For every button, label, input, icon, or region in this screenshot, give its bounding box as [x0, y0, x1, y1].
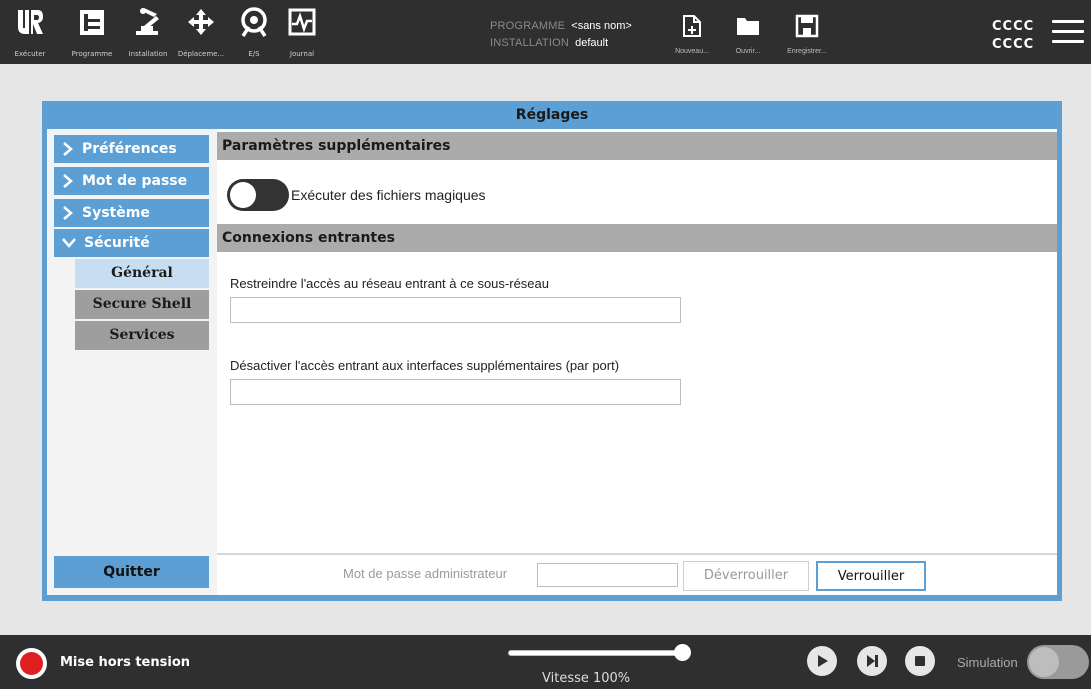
section-header-additional-params: Paramètres supplémentaires: [217, 132, 1057, 160]
io-icon: [234, 0, 274, 44]
robot-arm-icon: [128, 0, 168, 44]
section-header-incoming-connections: Connexions entrantes: [217, 224, 1057, 252]
power-off-label: Mise hors tension: [60, 655, 190, 670]
nav-run-button[interactable]: Exécuter: [0, 0, 60, 64]
panel-title: Réglages: [515, 107, 589, 123]
save-file-label: Enregistrer...: [787, 48, 827, 55]
power-icon: [20, 652, 43, 675]
subnet-input[interactable]: [230, 297, 681, 323]
stop-icon: [915, 656, 925, 666]
speed-label: Vitesse 100%: [542, 671, 631, 686]
toggle-knob: [1029, 647, 1059, 677]
sidebar-item-security[interactable]: Sécurité: [54, 229, 209, 257]
nav-io-button[interactable]: E/S: [230, 0, 278, 64]
stop-button[interactable]: [905, 646, 935, 676]
subnet-label: Restreindre l'accès au réseau entrant à …: [230, 276, 549, 291]
unlock-button[interactable]: Déverrouiller: [683, 561, 809, 591]
save-icon: [795, 14, 819, 38]
user-line-1: CCCC: [992, 19, 1035, 34]
sidebar-item-preferences[interactable]: Préférences: [54, 135, 209, 163]
chevron-right-icon: [63, 174, 73, 188]
ports-input[interactable]: [230, 379, 681, 405]
settings-content: Paramètres supplémentaires Exécuter des …: [217, 129, 1057, 595]
program-icon: [72, 0, 112, 44]
program-info: PROGRAMME <sans nom> INSTALLATION defaul…: [490, 18, 632, 52]
admin-password-bar: Mot de passe administrateur Déverrouille…: [217, 553, 1057, 595]
nav-move-button[interactable]: Déplaceme...: [174, 0, 228, 64]
sidebar-subitem-secure-shell[interactable]: Secure Shell: [75, 290, 209, 319]
new-file-label: Nouveau...: [675, 48, 709, 55]
nav-log-button[interactable]: Journal: [278, 0, 326, 64]
new-file-button[interactable]: Nouveau...: [672, 14, 712, 55]
ur-logo-icon: [10, 0, 50, 44]
folder-icon: [737, 18, 759, 35]
settings-sidebar: Préférences Mot de passe Système Sécurit…: [47, 129, 217, 595]
step-button[interactable]: [857, 646, 887, 676]
nav-program-button[interactable]: Programme: [62, 0, 122, 64]
user-indicator[interactable]: CCCC CCCC: [992, 18, 1034, 54]
sidebar-item-label: Sécurité: [84, 235, 150, 251]
installation-name: default: [575, 37, 609, 49]
lock-button[interactable]: Verrouiller: [816, 561, 926, 591]
sidebar-subitem-general[interactable]: Général: [75, 259, 209, 288]
open-file-label: Ouvrir...: [735, 48, 761, 55]
sidebar-item-label: Système: [82, 205, 150, 221]
speed-slider-handle[interactable]: [674, 644, 691, 661]
simulation-label: Simulation: [957, 655, 1018, 670]
hamburger-menu-icon[interactable]: [1052, 20, 1084, 46]
nav-installation-button[interactable]: Installation: [122, 0, 174, 64]
nav-io-label: E/S: [248, 50, 260, 58]
user-line-2: CCCC: [992, 37, 1035, 52]
nav-run-label: Exécuter: [14, 50, 46, 58]
magic-files-label: Exécuter des fichiers magiques: [291, 187, 486, 203]
speed-slider-track[interactable]: [508, 650, 686, 656]
nav-program-label: Programme: [71, 50, 113, 58]
sidebar-item-system[interactable]: Système: [54, 199, 209, 227]
magic-files-toggle[interactable]: [227, 179, 289, 211]
top-navigation-bar: Exécuter Programme Installation Déplacem…: [0, 0, 1091, 64]
open-file-button[interactable]: Ouvrir...: [728, 14, 768, 55]
new-file-icon: [683, 15, 701, 37]
admin-password-input[interactable]: [537, 563, 678, 587]
program-name: <sans nom>: [571, 20, 632, 32]
nav-installation-label: Installation: [128, 50, 168, 58]
sidebar-subitem-services[interactable]: Services: [75, 321, 209, 350]
move-icon: [181, 0, 221, 44]
play-button[interactable]: [807, 646, 837, 676]
installation-key: INSTALLATION: [490, 37, 570, 49]
settings-panel: Réglages Préférences Mot de passe Systèm…: [42, 101, 1062, 601]
sidebar-item-label: Préférences: [82, 141, 177, 157]
ports-label: Désactiver l'accès entrant aux interface…: [230, 358, 620, 373]
power-off-button[interactable]: [16, 648, 47, 679]
sidebar-item-label: Mot de passe: [82, 173, 188, 189]
log-icon: [282, 0, 322, 44]
chevron-right-icon: [63, 142, 73, 156]
quit-button[interactable]: Quitter: [54, 556, 209, 588]
program-key: PROGRAMME: [490, 20, 566, 32]
nav-move-label: Déplaceme...: [177, 50, 225, 58]
nav-log-label: Journal: [289, 50, 315, 58]
play-icon: [818, 655, 828, 667]
save-file-button[interactable]: Enregistrer...: [782, 14, 832, 55]
step-icon: [867, 655, 878, 667]
simulation-toggle[interactable]: [1027, 645, 1089, 679]
chevron-right-icon: [63, 206, 73, 220]
chevron-down-icon: [62, 238, 76, 248]
admin-password-label: Mot de passe administrateur: [343, 566, 508, 581]
bottom-status-bar: Mise hors tension Vitesse 100% Simulatio…: [0, 635, 1091, 689]
sidebar-item-password[interactable]: Mot de passe: [54, 167, 209, 195]
toggle-knob: [230, 182, 256, 208]
